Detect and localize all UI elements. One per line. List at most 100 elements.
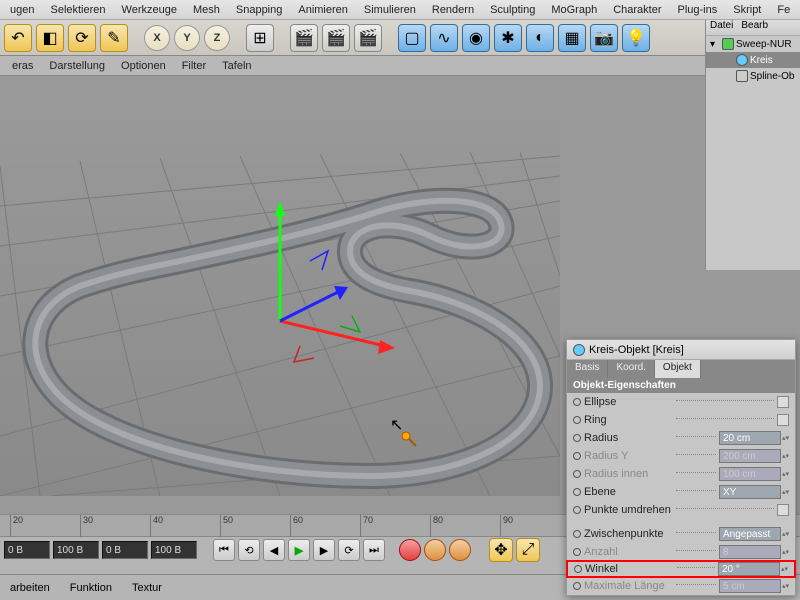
anim-dot-icon[interactable] (573, 582, 581, 590)
keyopt-button[interactable] (449, 539, 471, 561)
axis-z-button[interactable]: Z (204, 25, 230, 51)
prim-light[interactable]: 💡 (622, 24, 650, 52)
anim-dot-icon[interactable] (573, 398, 581, 406)
tool-undo[interactable]: ↶ (4, 24, 32, 52)
checkbox-punkte[interactable] (777, 504, 789, 516)
goto-end-button[interactable]: ⏭ (363, 539, 385, 561)
tool-brush[interactable]: ✎ (100, 24, 128, 52)
render-region-button[interactable]: 🎬 (322, 24, 350, 52)
record-button[interactable] (399, 539, 421, 561)
anim-dot-icon[interactable] (573, 434, 581, 442)
attr-row-zwischen: ZwischenpunkteAngepasst▴▾ (567, 525, 795, 543)
prim-cube[interactable]: ▢ (398, 24, 426, 52)
vpmenu-tafeln[interactable]: Tafeln (214, 60, 259, 72)
menu-plug-ins[interactable]: Plug-ins (670, 4, 726, 16)
vpmenu-eras[interactable]: eras (4, 60, 41, 72)
anim-dot-icon[interactable] (573, 470, 581, 478)
next-key-button[interactable]: ⟳ (338, 539, 360, 561)
anim-dot-icon[interactable] (573, 488, 581, 496)
tab-koord.[interactable]: Koord. (608, 360, 654, 378)
menu-skript[interactable]: Skript (725, 4, 769, 16)
hierarchy-item-sweep-nur[interactable]: ▾Sweep-NUR (706, 36, 800, 52)
attr-row-ellipse: Ellipse (567, 393, 795, 411)
vpmenu-optionen[interactable]: Optionen (113, 60, 174, 72)
frame-end[interactable]: 100 B (53, 541, 99, 559)
hierarchy-item-spline-ob[interactable]: Spline-Ob (706, 68, 800, 84)
field-radius[interactable]: 20 cm (719, 431, 781, 445)
menu-charakter[interactable]: Charakter (605, 4, 669, 16)
vpmenu-filter[interactable]: Filter (174, 60, 214, 72)
menu-mesh[interactable]: Mesh (185, 4, 228, 16)
vpmenu-darstellung[interactable]: Darstellung (41, 60, 113, 72)
autokey-button[interactable] (424, 539, 446, 561)
field-winkel[interactable]: 20 ° (718, 562, 780, 576)
goto-start-button[interactable]: ⏮ (213, 539, 235, 561)
menu-ugen[interactable]: ugen (2, 4, 42, 16)
tool-cube[interactable]: ◧ (36, 24, 64, 52)
tool-rotate[interactable]: ⟳ (68, 24, 96, 52)
brush-cursor-icon (400, 430, 418, 448)
play-button[interactable]: ▶ (288, 539, 310, 561)
axis-y-button[interactable]: Y (174, 25, 200, 51)
bb-funktion[interactable]: Funktion (60, 582, 122, 594)
anim-dot-icon[interactable] (573, 452, 581, 460)
scale-mode-button[interactable]: ⤢ (516, 538, 540, 562)
attr-label: Zwischenpunkte (584, 528, 664, 540)
menu-fe[interactable]: Fe (769, 4, 798, 16)
frame-start[interactable]: 0 B (4, 541, 50, 559)
bb-arbeiten[interactable]: arbeiten (0, 582, 60, 594)
menu-mograph[interactable]: MoGraph (543, 4, 605, 16)
move-mode-button[interactable]: ✥ (489, 538, 513, 562)
menu-selektieren[interactable]: Selektieren (42, 4, 113, 16)
prim-array[interactable]: ✱ (494, 24, 522, 52)
attr-label: Radius (584, 432, 618, 444)
anim-dot-icon[interactable] (573, 506, 581, 514)
menu-animieren[interactable]: Animieren (290, 4, 356, 16)
prim-spline[interactable]: ∿ (430, 24, 458, 52)
3d-viewport[interactable] (0, 76, 560, 496)
hierarchy-item-kreis[interactable]: Kreis (706, 52, 800, 68)
tool-coord[interactable]: ⊞ (246, 24, 274, 52)
axis-x-button[interactable]: X (144, 25, 170, 51)
panel-title: Kreis-Objekt [Kreis] (589, 344, 684, 356)
tab-basis[interactable]: Basis (567, 360, 608, 378)
field-zwischen[interactable]: Angepasst (719, 527, 781, 541)
c-icon (736, 54, 748, 66)
next-frame-button[interactable]: ▶ (313, 539, 335, 561)
tab-objekt[interactable]: Objekt (655, 360, 701, 378)
object-hierarchy-panel: Datei Bearb ▾Sweep-NURKreisSpline-Ob (705, 20, 800, 270)
checkbox-ring[interactable] (777, 414, 789, 426)
prim-env[interactable]: ▦ (558, 24, 586, 52)
anim-dot-icon[interactable] (574, 565, 582, 573)
prev-key-button[interactable]: ⟲ (238, 539, 260, 561)
anim-dot-icon[interactable] (573, 416, 581, 424)
menu-sculpting[interactable]: Sculpting (482, 4, 543, 16)
g-icon (722, 38, 734, 50)
prim-nurbs[interactable]: ◉ (462, 24, 490, 52)
frame-cur-start[interactable]: 0 B (102, 541, 148, 559)
attr-label: Winkel (585, 563, 618, 575)
menu-snapping[interactable]: Snapping (228, 4, 291, 16)
attr-label: Punkte umdrehen (584, 504, 671, 516)
attr-row-maxl: Maximale Länge5 cm▴▾ (567, 577, 795, 595)
anim-dot-icon[interactable] (573, 548, 581, 556)
hier-menu-datei[interactable]: Datei (710, 20, 733, 35)
anim-dot-icon[interactable] (573, 530, 581, 538)
checkbox-ellipse[interactable] (777, 396, 789, 408)
hier-menu-bearb[interactable]: Bearb (741, 20, 768, 35)
prim-deform[interactable]: ◐ (526, 24, 554, 52)
menu-simulieren[interactable]: Simulieren (356, 4, 424, 16)
menu-werkzeuge[interactable]: Werkzeuge (114, 4, 185, 16)
render-settings-button[interactable]: 🎬 (354, 24, 382, 52)
frame-cur-end[interactable]: 100 B (151, 541, 197, 559)
attr-label: Anzahl (584, 546, 618, 558)
prim-cam[interactable]: 📷 (590, 24, 618, 52)
prev-frame-button[interactable]: ◀ (263, 539, 285, 561)
field-ebene[interactable]: XY (719, 485, 781, 499)
field-radiusi: 100 cm (719, 467, 781, 481)
attr-label: Radius innen (584, 468, 648, 480)
render-button[interactable]: 🎬 (290, 24, 318, 52)
menu-rendern[interactable]: Rendern (424, 4, 482, 16)
bb-textur[interactable]: Textur (122, 582, 172, 594)
field-maxl: 5 cm (719, 579, 781, 593)
